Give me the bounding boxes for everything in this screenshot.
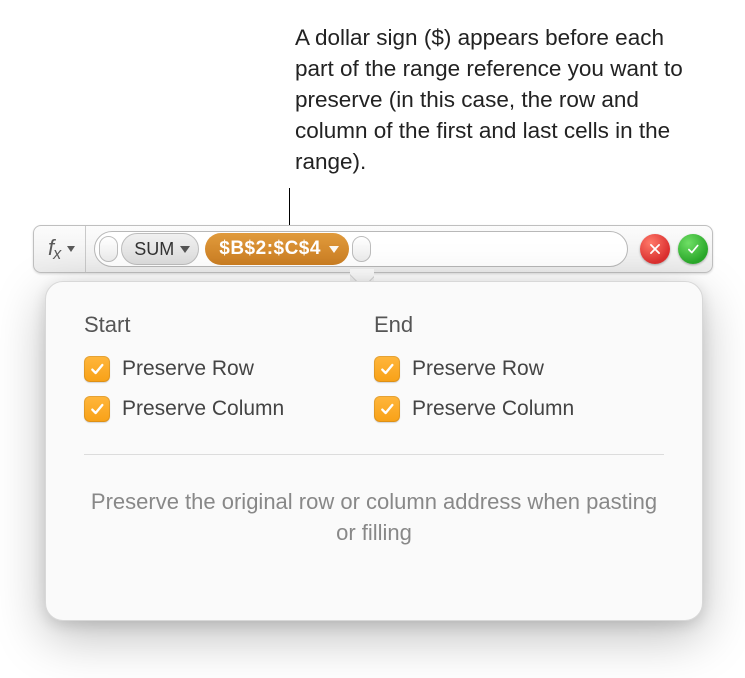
checkbox-label: Preserve Row — [412, 357, 544, 381]
function-chip-label: SUM — [134, 239, 174, 260]
formula-editor[interactable]: SUM $B$2:$C$4 — [94, 231, 628, 267]
drag-handle-right[interactable] — [352, 236, 371, 262]
start-preserve-column-checkbox[interactable]: Preserve Column — [84, 396, 374, 422]
fx-menu-button[interactable]: fx — [34, 226, 86, 272]
checkbox-label: Preserve Column — [122, 397, 284, 421]
start-heading: Start — [84, 312, 374, 338]
formula-bar-inner: fx SUM $B$2:$C$4 — [33, 225, 713, 273]
chevron-down-icon — [329, 246, 339, 253]
divider — [84, 454, 664, 455]
start-preserve-row-checkbox[interactable]: Preserve Row — [84, 356, 374, 382]
end-column: End Preserve Row Preserve Column — [374, 312, 664, 436]
x-icon — [648, 242, 662, 256]
checkbox-checked-icon — [374, 356, 400, 382]
check-icon — [686, 242, 700, 256]
range-reference-label: $B$2:$C$4 — [219, 238, 321, 260]
drag-handle-left[interactable] — [99, 236, 118, 262]
start-column: Start Preserve Row Preserve Column — [84, 312, 374, 436]
callout-text: A dollar sign ($) appears before each pa… — [295, 22, 687, 177]
checkbox-checked-icon — [84, 396, 110, 422]
checkbox-label: Preserve Column — [412, 397, 574, 421]
end-preserve-column-checkbox[interactable]: Preserve Column — [374, 396, 664, 422]
preserve-reference-popover: Start Preserve Row Preserve Column End — [45, 281, 703, 621]
chevron-down-icon — [180, 246, 190, 253]
cancel-button[interactable] — [640, 234, 670, 264]
function-chip[interactable]: SUM — [121, 233, 199, 265]
range-reference-chip[interactable]: $B$2:$C$4 — [205, 233, 349, 265]
chevron-down-icon — [67, 246, 75, 252]
end-heading: End — [374, 312, 664, 338]
checkbox-label: Preserve Row — [122, 357, 254, 381]
end-preserve-row-checkbox[interactable]: Preserve Row — [374, 356, 664, 382]
popover-hint: Preserve the original row or column addr… — [84, 487, 664, 549]
accept-button[interactable] — [678, 234, 708, 264]
checkbox-checked-icon — [374, 396, 400, 422]
checkbox-checked-icon — [84, 356, 110, 382]
formula-bar: fx SUM $B$2:$C$4 — [33, 225, 713, 273]
fx-icon: fx — [48, 235, 60, 264]
